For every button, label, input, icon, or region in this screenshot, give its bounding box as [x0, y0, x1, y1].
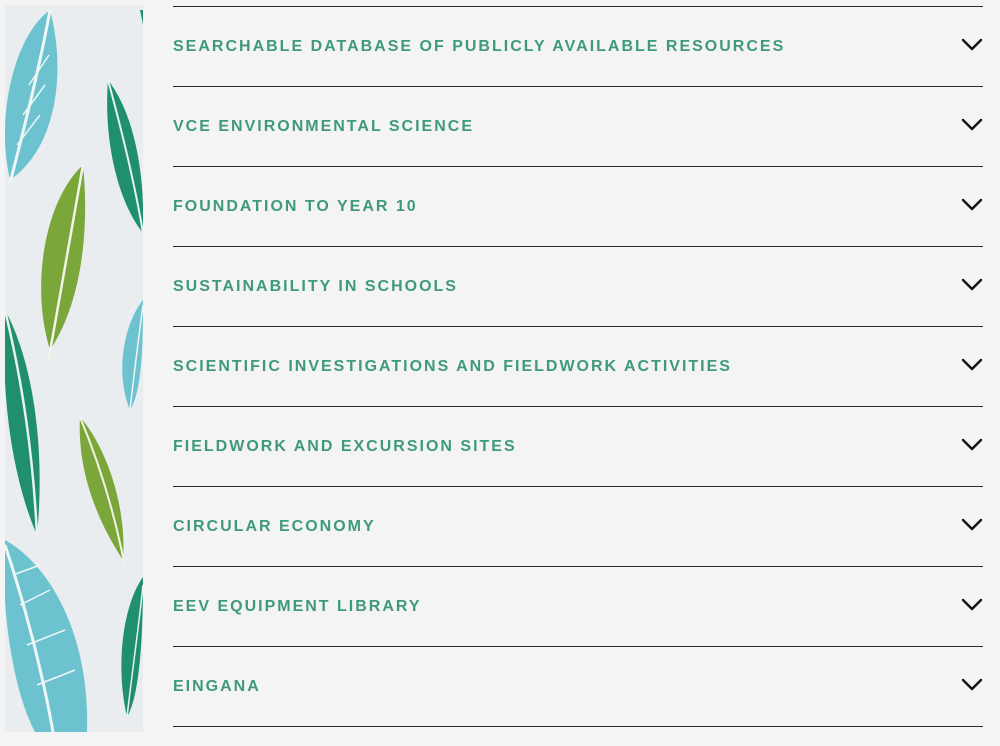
- accordion-item-vce-environmental-science[interactable]: VCE ENVIRONMENTAL SCIENCE: [173, 86, 983, 166]
- leaf-green-middle: [41, 164, 86, 364]
- leaf-blue-bottom: [5, 540, 88, 732]
- accordion-label: SUSTAINABILITY IN SCHOOLS: [173, 277, 458, 295]
- accordion-item-fieldwork-excursion-sites[interactable]: FIELDWORK AND EXCURSION SITES: [173, 406, 983, 486]
- accordion-item-circular-economy[interactable]: CIRCULAR ECONOMY: [173, 486, 983, 566]
- accordion-label: EINGANA: [173, 677, 261, 695]
- accordion-label: FOUNDATION TO YEAR 10: [173, 197, 418, 215]
- leaf-teal-top-edge: [140, 10, 143, 25]
- accordion-list: SEARCHABLE DATABASE OF PUBLICLY AVAILABL…: [173, 6, 983, 727]
- decorative-leaf-panel: [5, 5, 143, 732]
- leaf-pattern-image: [5, 9, 143, 732]
- chevron-down-icon[interactable]: [961, 598, 983, 612]
- chevron-down-icon[interactable]: [961, 438, 983, 452]
- leaf-teal-left: [5, 309, 40, 536]
- accordion-label: SEARCHABLE DATABASE OF PUBLICLY AVAILABL…: [173, 37, 786, 55]
- accordion-item-scientific-investigations[interactable]: SCIENTIFIC INVESTIGATIONS AND FIELDWORK …: [173, 326, 983, 406]
- accordion-item-eev-equipment-library[interactable]: EEV EQUIPMENT LIBRARY: [173, 566, 983, 646]
- chevron-down-icon[interactable]: [961, 518, 983, 532]
- chevron-down-icon[interactable]: [961, 278, 983, 292]
- leaf-teal-top: [107, 79, 143, 234]
- leaf-teal-bottom-right: [121, 577, 143, 718]
- accordion-label: CIRCULAR ECONOMY: [173, 517, 376, 535]
- accordion-label: FIELDWORK AND EXCURSION SITES: [173, 437, 517, 455]
- accordion-label: SCIENTIFIC INVESTIGATIONS AND FIELDWORK …: [173, 357, 732, 375]
- chevron-down-icon[interactable]: [961, 358, 983, 372]
- chevron-down-icon[interactable]: [961, 678, 983, 692]
- leaf-blue-top: [5, 9, 58, 184]
- accordion-item-searchable-database[interactable]: SEARCHABLE DATABASE OF PUBLICLY AVAILABL…: [173, 6, 983, 86]
- leaf-blue-right: [122, 300, 143, 411]
- chevron-down-icon[interactable]: [961, 38, 983, 52]
- accordion-item-sustainability-in-schools[interactable]: SUSTAINABILITY IN SCHOOLS: [173, 246, 983, 326]
- accordion-item-foundation-to-year-10[interactable]: FOUNDATION TO YEAR 10: [173, 166, 983, 246]
- accordion-label: EEV EQUIPMENT LIBRARY: [173, 597, 422, 615]
- accordion-item-eingana[interactable]: EINGANA: [173, 646, 983, 727]
- accordion-label: VCE ENVIRONMENTAL SCIENCE: [173, 117, 474, 135]
- leaf-green-lower: [79, 416, 126, 568]
- chevron-down-icon[interactable]: [961, 118, 983, 132]
- chevron-down-icon[interactable]: [961, 198, 983, 212]
